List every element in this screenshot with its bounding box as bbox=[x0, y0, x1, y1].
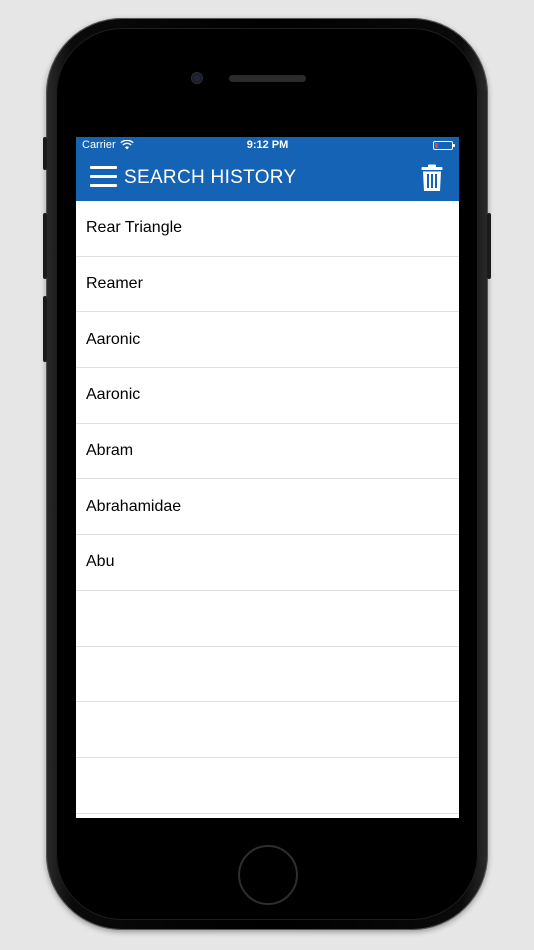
empty-list-row bbox=[76, 646, 459, 703]
battery-low-icon bbox=[433, 141, 455, 150]
navigation-bar: SEARCH HISTORY bbox=[76, 155, 459, 201]
list-item[interactable]: Abram bbox=[76, 423, 459, 480]
page-title: SEARCH HISTORY bbox=[124, 167, 297, 188]
list-item[interactable]: Reamer bbox=[76, 256, 459, 313]
hamburger-menu-icon[interactable] bbox=[90, 166, 118, 190]
mute-switch bbox=[43, 137, 47, 170]
list-item[interactable]: Rear Triangle bbox=[76, 201, 459, 257]
earpiece-speaker bbox=[229, 75, 306, 82]
list-item-label: Abrahamidae bbox=[86, 497, 182, 515]
trash-icon[interactable] bbox=[421, 164, 443, 192]
list-item-label: Aaronic bbox=[86, 330, 141, 348]
volume-up-button bbox=[43, 213, 47, 279]
volume-down-button bbox=[43, 296, 47, 362]
list-item[interactable]: Aaronic bbox=[76, 368, 459, 424]
empty-list-row bbox=[76, 590, 459, 647]
app-screen: Carrier 9:12 PM SEARCH HISTORY Rear Tria… bbox=[76, 137, 459, 818]
front-camera bbox=[191, 72, 203, 84]
list-item[interactable]: Aaronic bbox=[76, 312, 459, 369]
status-bar: Carrier 9:12 PM bbox=[76, 137, 459, 155]
list-item[interactable]: Abrahamidae bbox=[76, 479, 459, 536]
list-item-label: Rear Triangle bbox=[86, 219, 183, 237]
empty-list-row bbox=[76, 702, 459, 758]
empty-list-row bbox=[76, 757, 459, 814]
list-item-label: Aaronic bbox=[86, 386, 141, 404]
home-button[interactable] bbox=[238, 845, 298, 905]
list-item[interactable]: Abu bbox=[76, 535, 459, 591]
list-item-label: Abu bbox=[86, 553, 115, 571]
list-item-label: Abram bbox=[86, 442, 134, 460]
history-list: Rear Triangle Reamer Aaronic Aaronic Abr… bbox=[76, 201, 459, 814]
status-time: 9:12 PM bbox=[246, 139, 289, 151]
power-button bbox=[487, 213, 491, 279]
list-item-label: Reamer bbox=[86, 275, 143, 293]
